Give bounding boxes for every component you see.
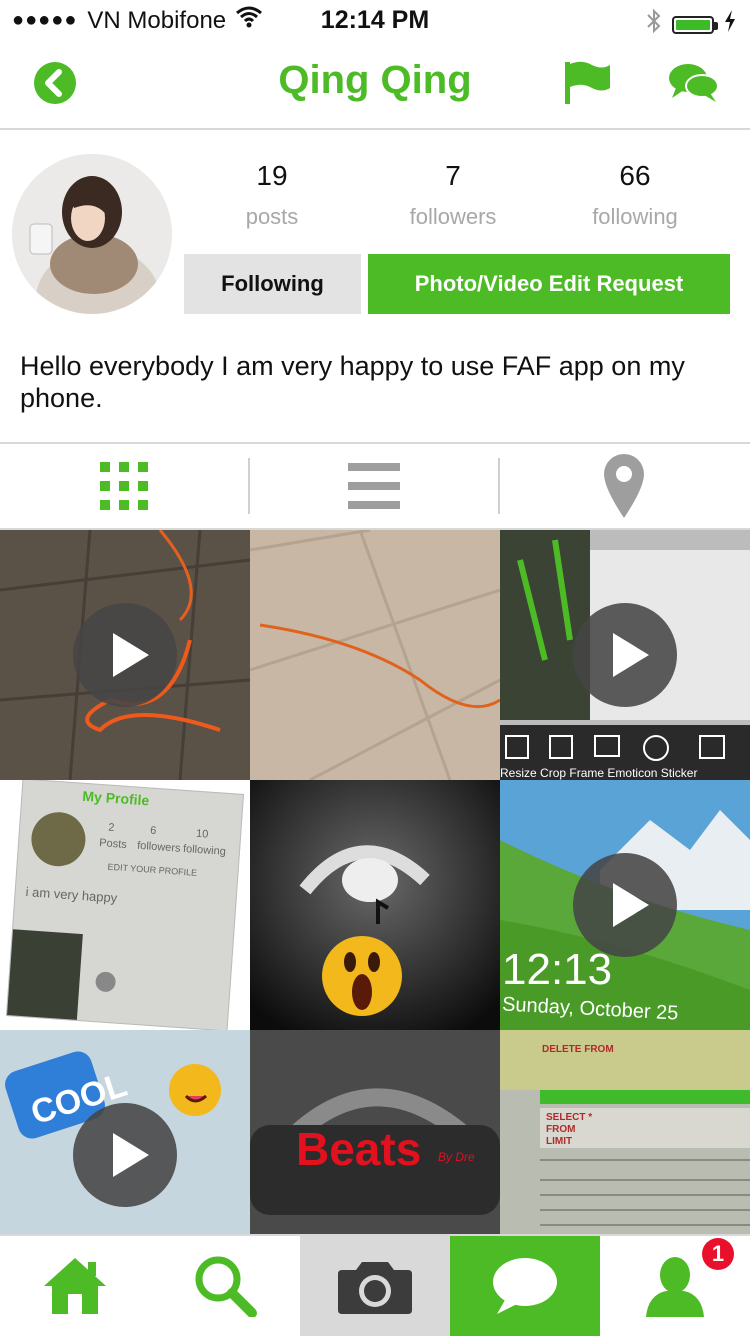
battery-icon: [672, 15, 718, 34]
stat-posts[interactable]: 19 posts: [182, 160, 362, 230]
followers-label: followers: [409, 204, 497, 229]
profile-icon: [646, 1257, 704, 1317]
chat-icon[interactable]: [668, 60, 719, 110]
home-icon: [44, 1258, 106, 1314]
beats-logo-text: Beats: [296, 1123, 422, 1175]
sql-text: FROM: [546, 1124, 576, 1135]
editor-label: Emoticon: [607, 766, 658, 780]
nav-camera[interactable]: [300, 1236, 450, 1336]
grid-icon: [100, 462, 148, 510]
avatar: [12, 154, 172, 314]
play-icon: [73, 1103, 177, 1207]
message-icon: [493, 1258, 557, 1314]
bottom-nav: [0, 1234, 750, 1336]
location-pin-icon: [604, 454, 644, 518]
following-count: 66: [619, 160, 651, 191]
grid-item[interactable]: [250, 780, 500, 1030]
beats-logo-sub: By Dre: [438, 1150, 475, 1164]
bluetooth-icon: [646, 8, 662, 41]
editor-label: Sticker: [660, 766, 698, 780]
tab-grid[interactable]: [0, 444, 248, 528]
posts-count: 19: [256, 160, 288, 191]
stat-following[interactable]: 66 following: [545, 160, 725, 230]
charging-icon: [724, 10, 736, 39]
camera-icon: [338, 1262, 412, 1314]
back-icon[interactable]: [32, 60, 82, 110]
edit-request-button[interactable]: Photo/Video Edit Request: [368, 254, 730, 314]
screenshot-text: 6: [149, 824, 157, 837]
screenshot-title: My Profile: [81, 787, 150, 809]
tab-list[interactable]: [250, 444, 498, 528]
play-icon: [573, 853, 677, 957]
stat-followers[interactable]: 7 followers: [363, 160, 543, 230]
play-icon: [573, 603, 677, 707]
lockscreen-time: 12:13: [502, 945, 613, 994]
following-button[interactable]: Following: [184, 254, 361, 314]
status-bar: ●●●●● VN Mobifone 12:14 PM: [0, 0, 750, 40]
profile-bio: Hello everybody I am very happy to use F…: [20, 351, 685, 413]
grid-item[interactable]: My Profile 2 Posts 6 followers 10 follow…: [0, 780, 250, 1030]
play-icon: [73, 603, 177, 707]
sql-text: LIMIT: [546, 1136, 573, 1147]
list-icon: [348, 463, 400, 509]
post-grid: Resize Crop Frame Emoticon Sticker My Pr…: [0, 530, 750, 1235]
nav-header: Qing Qing: [0, 40, 750, 130]
editor-label: Resize: [500, 766, 537, 780]
search-icon: [195, 1256, 257, 1317]
grid-item[interactable]: Resize Crop Frame Emoticon Sticker: [500, 530, 750, 780]
screenshot-text: Posts: [98, 837, 128, 851]
clock: 12:14 PM: [320, 6, 430, 34]
screenshot-text: EDIT YOUR PROFILE: [107, 861, 198, 878]
sql-text: SELECT *: [546, 1112, 593, 1123]
grid-item[interactable]: DELETE FROM SELECT * FROM LIMIT: [500, 1030, 750, 1235]
following-label: following: [592, 204, 678, 229]
screenshot-text: 2: [107, 821, 115, 835]
screenshot-text: 10: [195, 827, 209, 841]
screenshot-text: following: [182, 842, 227, 858]
nav-search[interactable]: [150, 1236, 300, 1336]
grid-item[interactable]: Beats By Dre: [250, 1030, 500, 1235]
grid-item[interactable]: COOL: [0, 1030, 250, 1235]
editor-label: Frame: [569, 766, 605, 780]
screenshot-text: i am very happy: [25, 884, 118, 906]
editor-label: Crop: [540, 766, 567, 780]
grid-item[interactable]: [0, 530, 250, 780]
grid-item[interactable]: 12:13 Sunday, October 25: [500, 780, 750, 1030]
view-tabs: [0, 442, 750, 530]
screenshot-text: followers: [136, 839, 181, 855]
posts-label: posts: [245, 204, 299, 229]
nav-messages[interactable]: [450, 1236, 600, 1336]
grid-item[interactable]: [250, 530, 500, 780]
followers-count: 7: [445, 160, 461, 191]
nav-home[interactable]: [0, 1236, 150, 1336]
notification-badge: 1: [702, 1238, 734, 1270]
sql-text: DELETE FROM: [542, 1044, 614, 1055]
flag-icon[interactable]: [562, 60, 612, 110]
tab-map[interactable]: [500, 444, 748, 528]
page-title: Qing Qing: [278, 58, 472, 102]
